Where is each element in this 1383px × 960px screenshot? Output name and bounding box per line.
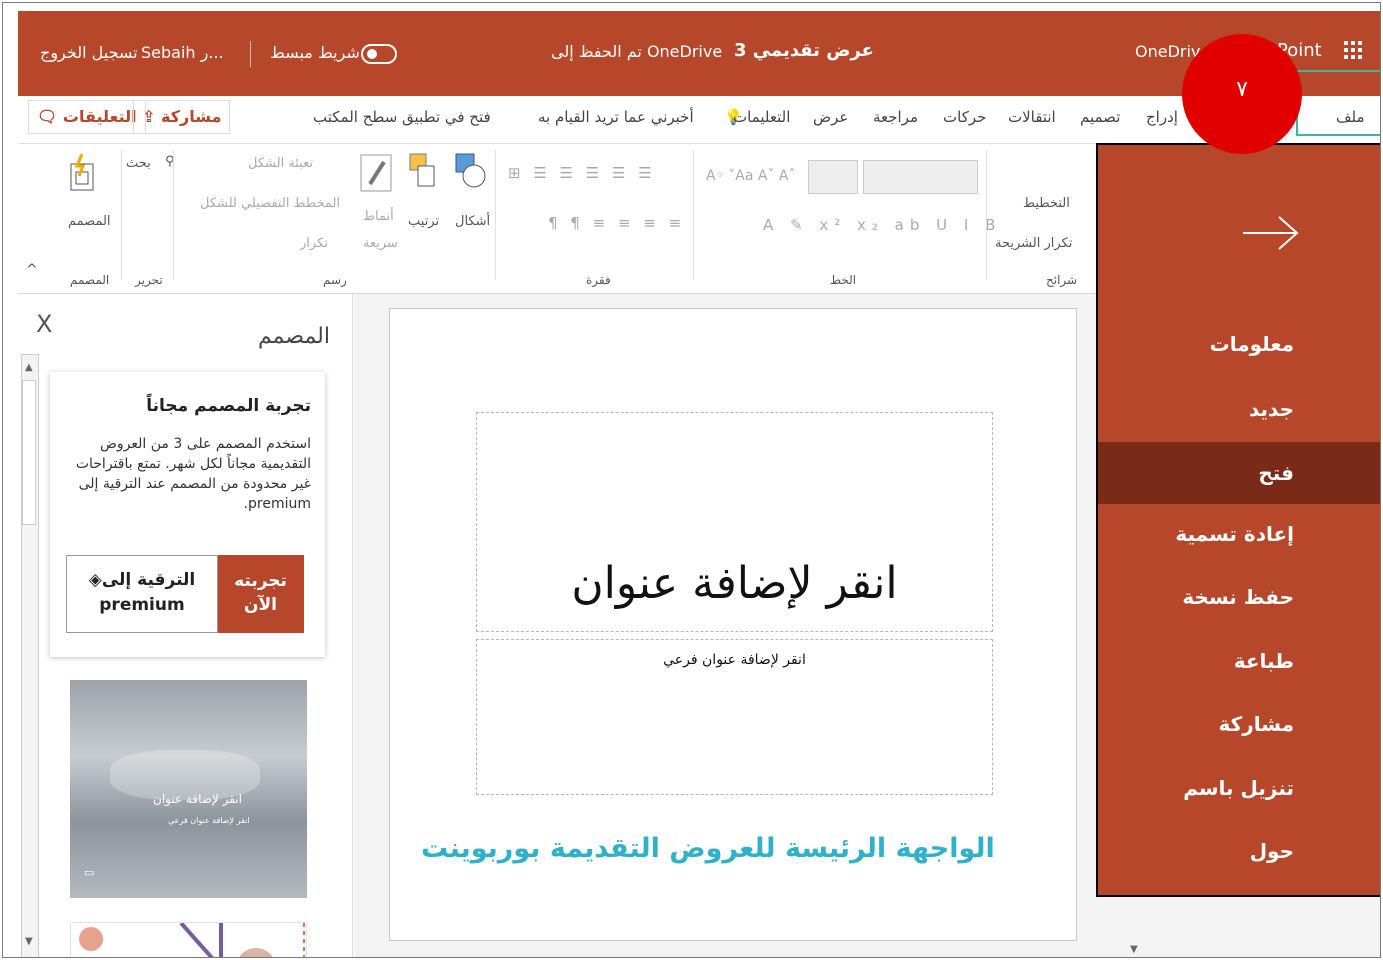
back-arrow-icon[interactable] bbox=[1241, 213, 1301, 253]
title-separator: - bbox=[714, 42, 720, 61]
file-menu-print[interactable]: طباعة bbox=[1098, 630, 1380, 692]
shape-outline-button[interactable]: المخطط التفصيلي للشكل bbox=[200, 196, 340, 211]
ribbon-separator bbox=[986, 150, 987, 280]
open-desktop-link[interactable]: فتح في تطبيق سطح المكتب bbox=[313, 108, 491, 126]
ribbon-separator bbox=[693, 150, 694, 280]
share-button[interactable]: ⇪ مشاركة bbox=[133, 100, 231, 134]
pane-scroll-thumb[interactable] bbox=[22, 380, 36, 525]
styles-label: أنماط bbox=[363, 209, 394, 224]
simplified-ribbon-toggle[interactable] bbox=[361, 44, 397, 64]
title-bar: تسجيل الخروج Sebaih ر... شريط مبسط تم ال… bbox=[18, 11, 1380, 96]
tab-view[interactable]: عرض bbox=[813, 108, 848, 126]
subtitle-placeholder[interactable]: انقر لإضافة عنوان فرعي bbox=[476, 639, 993, 795]
app-window: تسجيل الخروج Sebaih ر... شريط مبسط تم ال… bbox=[2, 2, 1381, 958]
alignment-buttons[interactable]: ¶ ¶ ≡ ≡ ≡ ≡ bbox=[548, 214, 685, 232]
file-backstage-menu: معلومات جديد فتح إعادة تسمية حفظ نسخة طب… bbox=[1096, 143, 1380, 897]
comment-icon: 🗨 bbox=[37, 107, 58, 126]
arrange-icon[interactable] bbox=[408, 152, 440, 192]
menu-bar: 🗨 التعليقات ⇪ مشاركة فتح في تطبيق سطح ال… bbox=[18, 96, 1380, 144]
comments-button[interactable]: 🗨 التعليقات bbox=[28, 100, 146, 134]
scroll-up-icon[interactable]: ▲ bbox=[25, 362, 33, 373]
card-title: تجربة المصمم مجاناً bbox=[146, 396, 311, 416]
list-buttons[interactable]: ⊞ ☰ ☰ ☰ ☰ ☰ bbox=[508, 164, 656, 182]
title-divider bbox=[250, 41, 251, 67]
slides-group-label: شرائح bbox=[1046, 273, 1078, 287]
close-icon[interactable]: X bbox=[36, 310, 52, 338]
share-icon: ⇪ bbox=[142, 107, 156, 126]
save-status[interactable]: تم الحفظ إلى OneDrive bbox=[551, 42, 722, 61]
title-placeholder-text: انقر لإضافة عنوان bbox=[571, 558, 898, 609]
font-size-controls[interactable]: A◦ ˅Aa Aˇ Aˆ bbox=[706, 168, 796, 184]
canvas-scroll-down-icon[interactable]: ▼ bbox=[1130, 944, 1138, 955]
file-tab-highlight bbox=[1296, 70, 1380, 136]
ribbon-separator bbox=[495, 150, 496, 280]
thumb-subtitle: انقر لإضافة عنوان فرعي bbox=[168, 816, 250, 825]
file-menu-new[interactable]: جديد bbox=[1098, 378, 1380, 440]
upgrade-premium-label: premium bbox=[99, 595, 185, 615]
font-format-buttons[interactable]: A ✎ x² x₂ ab U I B bbox=[763, 216, 1001, 234]
slide-icon: ▭ bbox=[84, 866, 95, 879]
abstract-shapes-image bbox=[79, 923, 305, 957]
arrange-button[interactable]: ترتيب bbox=[408, 214, 439, 229]
file-menu-info[interactable]: معلومات bbox=[1098, 313, 1380, 375]
designer-trial-card: تجربة المصمم مجاناً استخدم المصمم على 3 … bbox=[50, 372, 325, 657]
font-name-select[interactable] bbox=[863, 160, 978, 194]
share-label: مشاركة bbox=[160, 107, 222, 126]
upgrade-label: الترقية إلى bbox=[101, 570, 196, 590]
step-number-badge: ٧ bbox=[1182, 34, 1302, 154]
shape-fill-button[interactable]: تعبئة الشكل bbox=[248, 156, 313, 171]
font-size-select[interactable] bbox=[808, 160, 858, 194]
tab-animations[interactable]: حركات bbox=[943, 108, 986, 126]
document-title[interactable]: عرض تقديمي 3 bbox=[734, 40, 874, 61]
designer-pane-title: المصمم bbox=[258, 324, 330, 349]
layout-button[interactable]: التخطيط bbox=[1023, 196, 1070, 211]
designer-pane: X المصمم ▲ ▼ تجربة المصمم مجاناً استخدم … bbox=[18, 294, 353, 957]
file-menu-open[interactable]: فتح bbox=[1098, 442, 1380, 504]
font-group-label: الخط bbox=[830, 273, 857, 287]
designer-button[interactable]: المصمم bbox=[68, 214, 111, 229]
card-body: استخدم المصمم على 3 من العروض التقديمية … bbox=[75, 436, 311, 512]
duplicate-slide-button[interactable]: تكرار الشريحة bbox=[995, 236, 1072, 251]
design-suggestion-thumbnail[interactable] bbox=[70, 922, 307, 957]
file-menu-rename[interactable]: إعادة تسمية bbox=[1098, 503, 1380, 565]
diamond-icon: ◈ bbox=[88, 570, 102, 590]
tab-help[interactable]: التعليمات bbox=[733, 108, 790, 126]
editing-group-label: تحرير bbox=[135, 273, 163, 287]
drawing-group-label: رسم bbox=[323, 273, 347, 287]
shapes-button[interactable]: أشكال bbox=[455, 214, 490, 229]
design-suggestion-thumbnail[interactable]: انقر لإضافة عنوان انقر لإضافة عنوان فرعي… bbox=[70, 680, 307, 898]
quick-styles-label[interactable]: سريعة bbox=[363, 236, 398, 251]
comments-label: التعليقات bbox=[62, 107, 137, 126]
title-placeholder[interactable]: انقر لإضافة عنوان bbox=[476, 412, 993, 632]
tell-me-box[interactable]: أخبرني عما تريد القيام به bbox=[538, 108, 694, 126]
quick-styles-icon[interactable] bbox=[360, 154, 394, 194]
collapse-ribbon-button[interactable]: ^ bbox=[26, 262, 38, 278]
user-name[interactable]: Sebaih ر... bbox=[141, 43, 224, 62]
app-launcher-icon[interactable] bbox=[1344, 41, 1362, 59]
paragraph-group-label: فقرة bbox=[586, 273, 611, 287]
subtitle-placeholder-text: انقر لإضافة عنوان فرعي bbox=[663, 652, 806, 668]
ribbon-separator bbox=[121, 150, 122, 280]
tab-insert[interactable]: إدراج bbox=[1146, 108, 1178, 126]
designer-group-label: المصمم bbox=[70, 273, 110, 287]
designer-icon[interactable] bbox=[68, 154, 96, 194]
try-now-button[interactable]: تجربته الآن bbox=[217, 555, 304, 633]
simplified-ribbon-label: شريط مبسط bbox=[270, 43, 360, 62]
scroll-down-icon[interactable]: ▼ bbox=[25, 936, 33, 947]
file-menu-about[interactable]: حول bbox=[1098, 820, 1380, 882]
search-button[interactable]: بحث bbox=[126, 156, 151, 171]
logout-link[interactable]: تسجيل الخروج bbox=[40, 43, 138, 62]
file-menu-save-copy[interactable]: حفظ نسخة bbox=[1098, 566, 1380, 628]
upgrade-button[interactable]: ◈الترقية إلى premium bbox=[66, 555, 218, 633]
file-menu-share[interactable]: مشاركة bbox=[1098, 693, 1380, 755]
ribbon-separator bbox=[173, 150, 174, 280]
tab-transitions[interactable]: انتقالات bbox=[1008, 108, 1056, 126]
shapes-icon[interactable] bbox=[454, 152, 488, 192]
duplicate-button[interactable]: تكرار bbox=[300, 236, 328, 251]
tab-review[interactable]: مراجعة bbox=[873, 108, 918, 126]
thumb-title: انقر لإضافة عنوان bbox=[153, 792, 242, 806]
tab-design[interactable]: تصميم bbox=[1080, 108, 1120, 126]
caption-overlay: الواجهة الرئيسة للعروض التقديمة بوربوينت bbox=[421, 833, 995, 864]
file-menu-download-as[interactable]: تنزيل باسم bbox=[1098, 757, 1380, 819]
